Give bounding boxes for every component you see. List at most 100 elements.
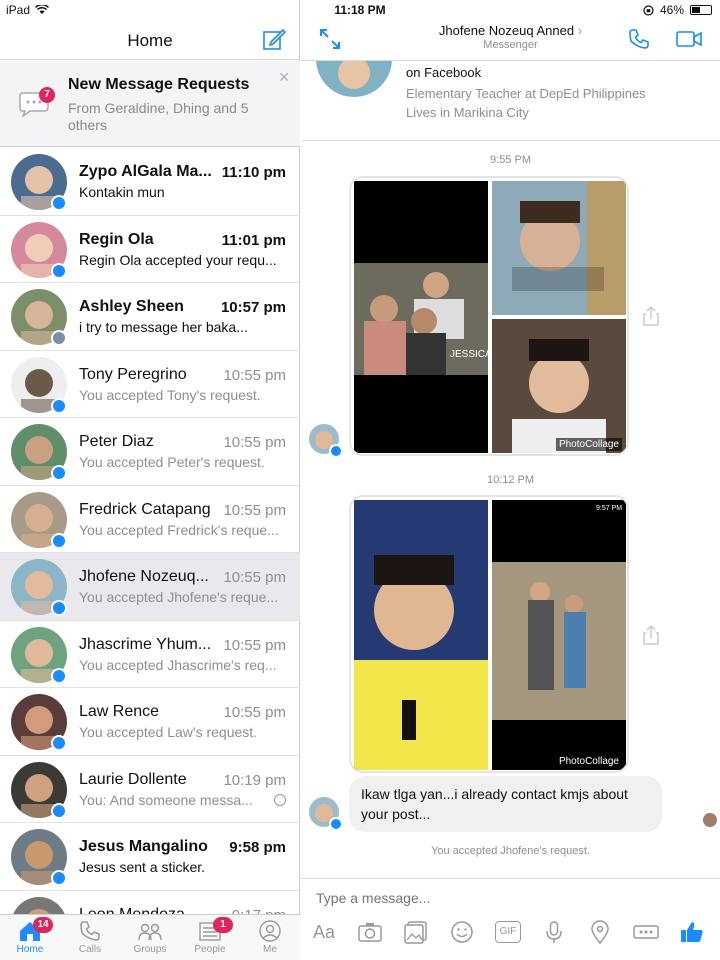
contact-name: Ashley Sheen [79,298,184,315]
contact-subtitle: Messenger [483,39,538,51]
conversation-row[interactable]: Fredrick Catapang 10:55 pm You accepted Fr… [0,486,300,553]
message-preview: You accepted Jhofene's reque... [79,589,279,605]
contact-name: Leon Mendoza [79,905,185,915]
left-header: Home [0,20,300,60]
tab-home[interactable]: Home 14 [0,915,60,960]
read-receipt-icon [274,793,286,806]
photocollage-watermark: PhotoCollage [555,755,622,768]
text-format-icon[interactable]: Aa [313,922,335,943]
chat-header: Jhofene Nozeuq Anned › Messenger [301,20,720,61]
tab-label: Calls [78,944,102,955]
share-icon[interactable] [642,305,660,327]
profile-line-3: Lives in Marikina City [406,105,529,120]
sticker-icon[interactable] [449,919,475,945]
tab-me[interactable]: Me [240,915,300,960]
conversation-row[interactable]: Peter Diaz 10:55 pm You accepted Peter's r… [0,418,300,486]
conversation-row[interactable]: Laurie Dollente 10:19 pm You: And someone … [0,756,300,823]
message-preview: Regin Ola accepted your requ... [79,251,277,268]
message-preview: Kontakin mun [79,184,165,200]
conversation-row[interactable]: Ashley Sheen 10:57 pm i try to message her… [0,283,300,351]
contact-name: Jhofene Nozeuq... [79,568,209,585]
conversation-row[interactable]: Tony Peregrino 10:55 pm You accepted Tony'… [0,351,300,418]
contact-name: Jesus Mangalino [79,838,208,855]
gallery-icon[interactable] [403,919,429,945]
camera-icon[interactable] [357,919,383,945]
microphone-icon[interactable] [541,919,567,945]
conversation-row[interactable]: Regin Ola 11:01 pm Regin Ola accepted your… [0,216,300,283]
messenger-badge-icon [51,195,67,211]
battery-icon [690,5,712,15]
requests-title: New Message Requests [68,76,250,93]
status-right: 46% [643,3,712,17]
contact-name[interactable]: Jhofene Nozeuq Anned › [301,23,720,38]
message-requests-banner[interactable]: 7 New Message Requests From Geraldine, D… [0,61,300,147]
message-input[interactable] [316,887,696,909]
contact-name: Jhascrime Yhum... [79,635,212,653]
gif-icon[interactable]: GIF [495,921,521,943]
tab-groups[interactable]: Groups [120,915,180,960]
contact-name: Tony Peregrino [79,365,187,383]
avatar [11,896,67,914]
composer-toolbar: Aa GIF [301,919,720,955]
message-time: 10:55 pm [223,704,286,721]
conversation-row[interactable]: Leon Mendoza 9:17 pm [0,891,300,915]
collage-caption: JESSICA SO-O [450,349,488,360]
tab-calls[interactable]: Calls [60,915,120,960]
messenger-badge-icon [51,465,67,481]
requests-subtitle: From Geraldine, Dhing and 5 others [68,100,249,133]
messenger-badge-icon [329,817,343,831]
messenger-badge-icon [51,262,67,279]
phone-icon[interactable] [628,28,650,50]
contact-profile-card: on Facebook Elementary Teacher at DepEd … [301,51,720,141]
compose-icon[interactable] [262,27,286,51]
message-time: 9:17 pm [232,907,286,915]
battery-fill [692,7,701,13]
conversation-row[interactable]: Law Rence 10:55 pm You accepted Law's requ… [0,688,300,756]
messenger-badge-icon [51,600,67,616]
location-icon[interactable] [587,919,613,945]
photo-child [492,181,626,315]
photo-collage-2[interactable]: 9:57 PM PhotoCollage [349,495,629,773]
message-preview: You accepted Law's request. [79,724,258,740]
status-time: 11:18 PM [334,3,386,17]
messenger-badge-icon [51,870,67,886]
message-preview: Jesus sent a sticker. [79,859,206,875]
phone-status-time: 9:57 PM [596,505,622,512]
timestamp: 9:55 PM [490,154,531,166]
battery-percent: 46% [659,3,684,17]
close-icon[interactable]: ✕ [278,69,290,86]
message-time: 11:10 pm [221,164,286,181]
message-preview: You: And someone messa... [79,791,253,808]
conversation-list-pane: Home 7 New Message Requests From Geraldi… [0,0,300,960]
page-title: Home [127,31,173,50]
conversation-row[interactable]: Jhofene Nozeuq... 10:55 pm You accepted Jh… [0,553,300,621]
tab-badge: 14 [33,917,53,933]
conversation-row[interactable]: Jesus Mangalino 9:58 pm Jesus sent a stick… [0,823,300,891]
more-options-icon[interactable] [633,919,659,945]
messenger-badge-icon [51,667,67,684]
conversation-row[interactable]: Jhascrime Yhum... 10:55 pm You accepted Jh… [0,621,300,688]
share-icon[interactable] [642,624,660,646]
conversation-row[interactable]: Zypo AlGala Ma... 11:10 pm Kontakin mun [0,148,300,216]
phone-icon [80,921,100,941]
tab-label: Groups [133,944,167,955]
messenger-badge-icon [51,802,67,819]
photo-two-men: 9:57 PM PhotoCollage [492,500,626,770]
video-camera-icon[interactable] [676,30,702,48]
message-time: 10:55 pm [223,569,286,586]
like-thumbs-up-icon[interactable] [679,919,705,945]
contact-name: Law Rence [79,703,160,720]
message-preview: i try to message her baka... [79,319,248,335]
message-preview: You accepted Peter's request. [79,454,265,470]
facebook-badge-icon [51,330,67,346]
tab-label: Home [16,944,44,955]
tab-people[interactable]: People 1 [180,915,240,960]
groups-icon [138,923,162,941]
profile-icon [259,920,281,942]
tab-bar: Home 14 Calls Groups People 1 Me [0,914,300,960]
tab-label: People [194,944,226,955]
tab-badge: 1 [213,917,233,933]
photo-collage-1[interactable]: JESSICA SO-O PhotoCollage [349,176,629,456]
message-time: 10:19 pm [223,771,286,789]
message-bubble[interactable]: Ikaw tlga yan...i already contact kmjs a… [349,776,662,832]
